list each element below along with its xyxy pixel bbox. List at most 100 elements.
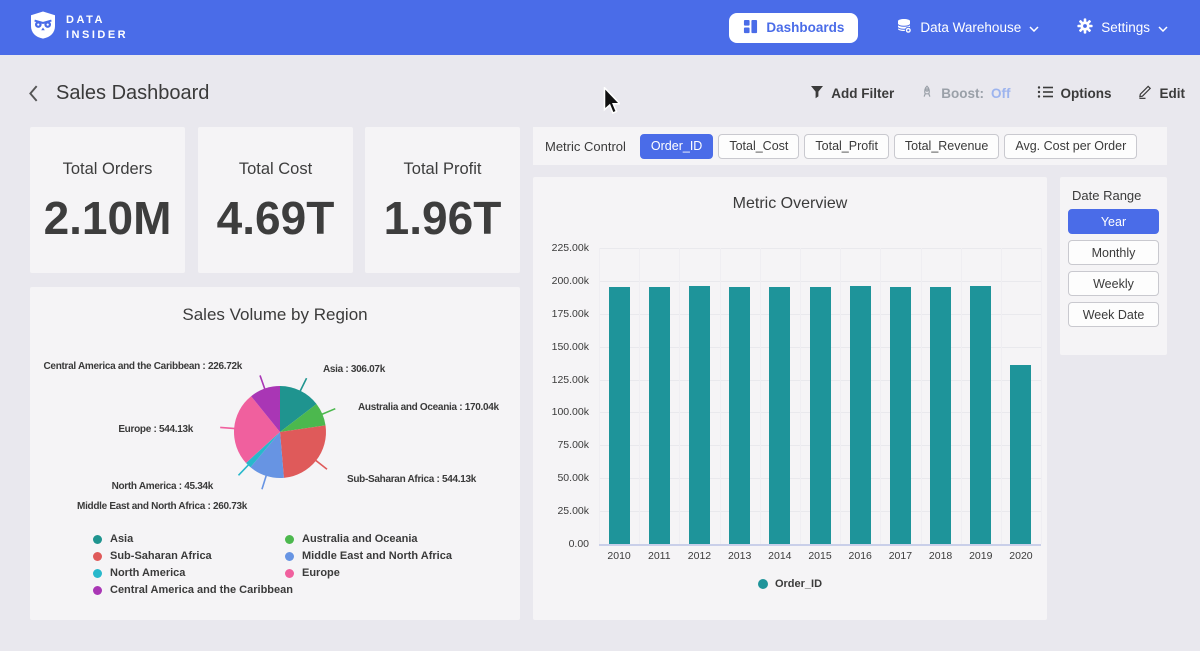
date-range-option-year[interactable]: Year: [1068, 209, 1159, 234]
x-tick-2016: 2016: [840, 550, 880, 562]
bar-2016[interactable]: [850, 286, 871, 544]
bar-2017[interactable]: [890, 287, 911, 545]
date-range-option-weekly[interactable]: Weekly: [1068, 271, 1159, 296]
x-tick-2020: 2020: [1001, 550, 1041, 562]
pie-leader-line: [321, 409, 335, 415]
page-header: Sales Dashboard Add Filter Boost: Off: [28, 76, 1185, 110]
metric-option-total-profit[interactable]: Total_Profit: [804, 134, 889, 159]
legend-label: Asia: [110, 533, 133, 545]
bar-2020[interactable]: [1010, 365, 1031, 544]
pie-leader-line: [300, 378, 307, 391]
bar-x-axis: 2010201120122013201420152016201720182019…: [599, 550, 1041, 562]
kpi-card-total-orders: Total Orders 2.10M: [30, 127, 185, 273]
pie-label-europe: Europe : 544.13k: [118, 424, 193, 435]
pie-leader-line: [238, 464, 248, 475]
data-warehouse-menu[interactable]: Data Warehouse: [896, 18, 1039, 37]
kpi-value: 4.69T: [217, 191, 335, 245]
legend-label: Central America and the Caribbean: [110, 584, 293, 596]
add-filter-button[interactable]: Add Filter: [810, 85, 894, 102]
x-tick-2013: 2013: [720, 550, 760, 562]
dashboards-button[interactable]: Dashboards: [729, 13, 858, 43]
pie-slice-sub-saharan-africa[interactable]: [280, 425, 326, 477]
brand[interactable]: DATA INSIDER: [30, 11, 128, 44]
edit-pencil-icon: [1138, 84, 1153, 102]
metric-option-avg-cost-per-order[interactable]: Avg. Cost per Order: [1004, 134, 1137, 159]
options-label: Options: [1061, 86, 1112, 101]
legend-dot: [285, 552, 294, 561]
options-button[interactable]: Options: [1037, 85, 1112, 102]
bar-2010[interactable]: [609, 287, 630, 544]
date-range-option-monthly[interactable]: Monthly: [1068, 240, 1159, 265]
legend-item-sub-saharan-africa[interactable]: Sub-Saharan Africa: [93, 550, 285, 562]
legend-item-europe[interactable]: Europe: [285, 567, 452, 579]
x-tick-2014: 2014: [760, 550, 800, 562]
metric-option-total-cost[interactable]: Total_Cost: [718, 134, 799, 159]
pie-label-australia-and-oceania: Australia and Oceania : 170.04k: [358, 402, 500, 413]
pie-leader-line: [220, 427, 235, 428]
legend-label: Middle East and North Africa: [302, 550, 452, 562]
bar-slot: [880, 248, 920, 544]
bar-slot: [840, 248, 880, 544]
legend-label: Australia and Oceania: [302, 533, 418, 545]
legend-dot: [285, 535, 294, 544]
legend-item-north-america[interactable]: North America: [93, 567, 285, 579]
x-tick-2010: 2010: [599, 550, 639, 562]
metric-option-total-revenue[interactable]: Total_Revenue: [894, 134, 999, 159]
metric-control-bar: Metric Control Order_IDTotal_CostTotal_P…: [533, 127, 1167, 165]
data-warehouse-label: Data Warehouse: [920, 20, 1021, 35]
bar-slot: [961, 248, 1001, 544]
add-filter-label: Add Filter: [831, 86, 894, 101]
kpi-label: Total Cost: [239, 160, 312, 179]
legend-dot: [285, 569, 294, 578]
bar-2018[interactable]: [930, 287, 951, 544]
bar-2015[interactable]: [810, 287, 831, 544]
metric-option-order-id[interactable]: Order_ID: [640, 134, 713, 159]
date-range-option-week-date[interactable]: Week Date: [1068, 302, 1159, 327]
kpi-card-total-cost: Total Cost 4.69T: [198, 127, 353, 273]
x-tick-2011: 2011: [639, 550, 679, 562]
bar-2019[interactable]: [970, 286, 991, 544]
metric-control-label: Metric Control: [545, 139, 626, 154]
bar-slot: [1001, 248, 1041, 544]
legend-label: Sub-Saharan Africa: [110, 550, 212, 562]
bar-2012[interactable]: [689, 286, 710, 544]
edit-button[interactable]: Edit: [1138, 84, 1186, 102]
x-tick-2019: 2019: [961, 550, 1001, 562]
kpi-label: Total Orders: [63, 160, 153, 179]
pie-chart-title: Sales Volume by Region: [30, 287, 520, 325]
legend-dot: [93, 535, 102, 544]
owl-logo-icon: [30, 11, 56, 44]
legend-dot: [93, 586, 102, 595]
date-range-label: Date Range: [1072, 188, 1167, 203]
boost-toggle[interactable]: Boost: Off: [920, 85, 1010, 102]
kpi-label: Total Profit: [404, 160, 482, 179]
legend-item-central-america-and-the-caribbean[interactable]: Central America and the Caribbean: [93, 584, 285, 596]
legend-item-australia-and-oceania[interactable]: Australia and Oceania: [285, 533, 452, 545]
bar-2011[interactable]: [649, 287, 670, 544]
bar-2013[interactable]: [729, 287, 750, 544]
bar-slot: [639, 248, 679, 544]
back-button[interactable]: [28, 84, 39, 103]
bar-slot: [720, 248, 760, 544]
gear-icon: [1077, 18, 1093, 37]
y-tick-label: 100.00k: [533, 406, 589, 418]
pie-label-north-america: North America : 45.34k: [112, 481, 214, 492]
filter-icon: [810, 85, 824, 102]
pie-leader-line: [315, 460, 327, 469]
dashboards-grid-icon: [743, 19, 758, 37]
bar-chart-legend[interactable]: Order_ID: [533, 578, 1047, 590]
settings-menu[interactable]: Settings: [1077, 18, 1168, 37]
pie-label-middle-east-and-north-africa: Middle East and North Africa : 260.73k: [77, 501, 248, 512]
bar-2014[interactable]: [769, 287, 790, 544]
y-tick-label: 125.00k: [533, 374, 589, 386]
pie-leader-line: [260, 375, 265, 389]
y-tick-label: 150.00k: [533, 341, 589, 353]
chevron-down-icon: [1029, 20, 1039, 35]
brand-line-1: DATA: [66, 13, 128, 28]
pie-legend: Asia Sub-Saharan Africa North America Centr…: [93, 533, 452, 596]
legend-item-asia[interactable]: Asia: [93, 533, 285, 545]
legend-item-middle-east-and-north-africa[interactable]: Middle East and North Africa: [285, 550, 452, 562]
legend-dot: [758, 579, 768, 589]
y-tick-label: 50.00k: [533, 472, 589, 484]
edit-label: Edit: [1160, 86, 1186, 101]
